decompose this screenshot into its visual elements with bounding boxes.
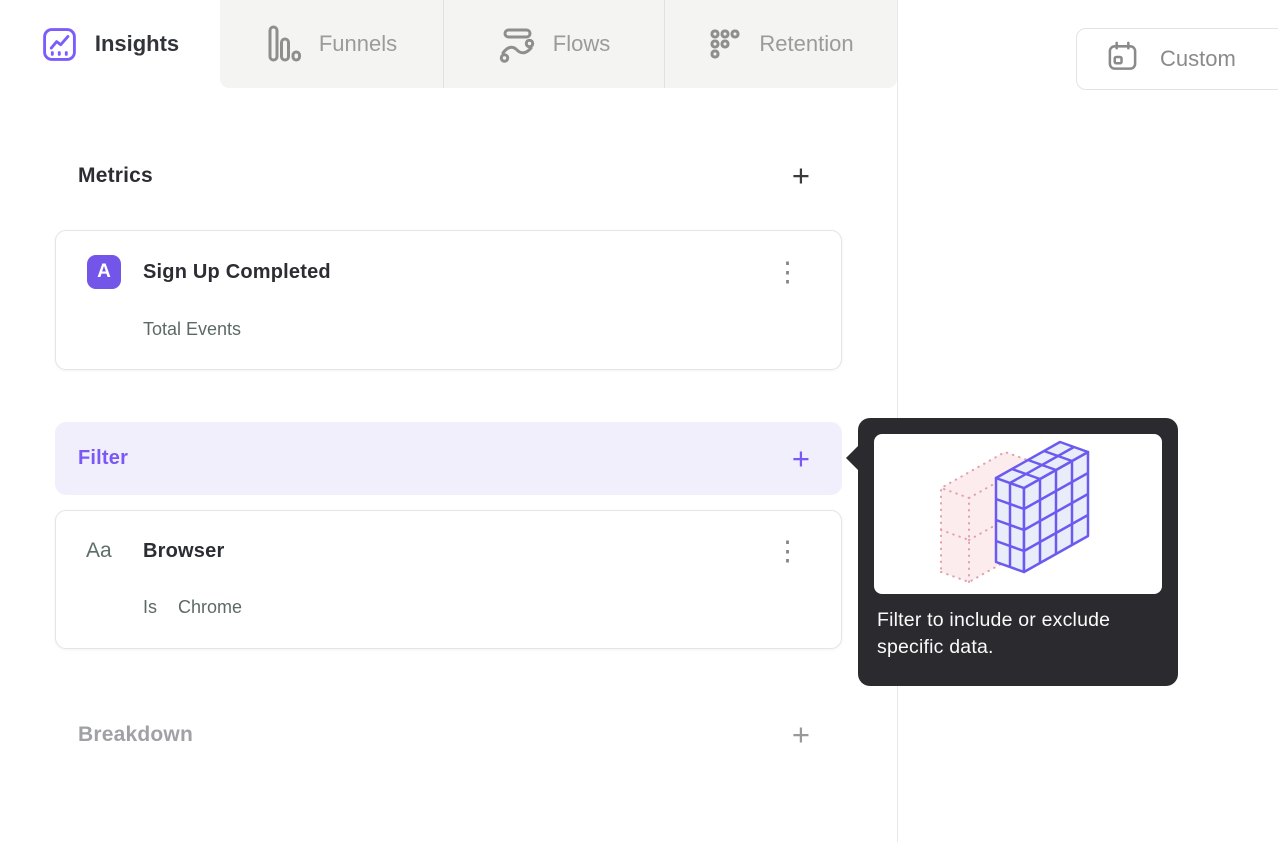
insights-builder-screen: Insights Funnels Flows Retention Metrics…: [0, 0, 1278, 842]
tab-retention[interactable]: Retention: [664, 0, 897, 88]
tab-retention-label: Retention: [759, 31, 854, 56]
add-metric-button[interactable]: +: [790, 160, 812, 191]
filter-operator[interactable]: Is: [143, 597, 157, 618]
filter-section-header[interactable]: Filter +: [55, 422, 842, 495]
filter-property-name[interactable]: Browser: [143, 540, 224, 563]
flows-stream-icon: [498, 25, 536, 63]
calendar-icon: [1106, 40, 1139, 78]
filter-value[interactable]: Chrome: [178, 597, 242, 618]
tab-flows-label: Flows: [552, 31, 611, 56]
tab-insights[interactable]: Insights: [0, 0, 220, 88]
funnels-bars-icon: [266, 24, 302, 64]
metric-aggregation[interactable]: Total Events: [87, 319, 805, 340]
date-range-custom-button[interactable]: Custom: [1076, 28, 1278, 90]
metrics-section-header: Metrics +: [55, 160, 842, 192]
tab-funnels[interactable]: Funnels: [220, 0, 443, 88]
filter-cube-illustration: [940, 440, 1090, 583]
breakdown-section-header: Breakdown +: [55, 719, 842, 751]
tooltip-text: Filter to include or exclude specific da…: [877, 609, 1111, 658]
tooltip-arrow: [846, 445, 859, 471]
filter-title: Filter: [78, 447, 129, 469]
filter-illustration: [874, 434, 1162, 594]
metric-series-badge: A: [87, 255, 121, 289]
tab-funnels-label: Funnels: [318, 31, 398, 56]
report-builder-panel: Insights Funnels Flows Retention Metrics…: [0, 0, 898, 842]
filter-card[interactable]: Aa Browser ⋮ Is Chrome: [55, 510, 842, 649]
insights-chart-icon: [41, 26, 78, 63]
metric-kebab-menu-icon[interactable]: ⋮: [770, 259, 805, 286]
tab-flows[interactable]: Flows: [443, 0, 664, 88]
metrics-title: Metrics: [78, 164, 153, 187]
metric-event-name[interactable]: Sign Up Completed: [143, 261, 331, 284]
date-range-label: Custom: [1160, 46, 1236, 71]
filter-kebab-menu-icon[interactable]: ⋮: [770, 538, 805, 565]
metric-card[interactable]: A Sign Up Completed ⋮ Total Events: [55, 230, 842, 370]
string-property-type-icon: Aa: [86, 539, 112, 562]
breakdown-title: Breakdown: [78, 723, 193, 746]
retention-dots-icon: [708, 27, 742, 61]
filter-tooltip: Filter to include or exclude specific da…: [846, 418, 1178, 686]
add-filter-button[interactable]: +: [790, 443, 812, 474]
report-type-tabs: Insights Funnels Flows Retention: [0, 0, 897, 88]
tab-insights-label: Insights: [94, 31, 180, 56]
add-breakdown-button[interactable]: +: [790, 719, 812, 750]
builder-content: Metrics + A Sign Up Completed ⋮ Total Ev…: [0, 160, 897, 751]
